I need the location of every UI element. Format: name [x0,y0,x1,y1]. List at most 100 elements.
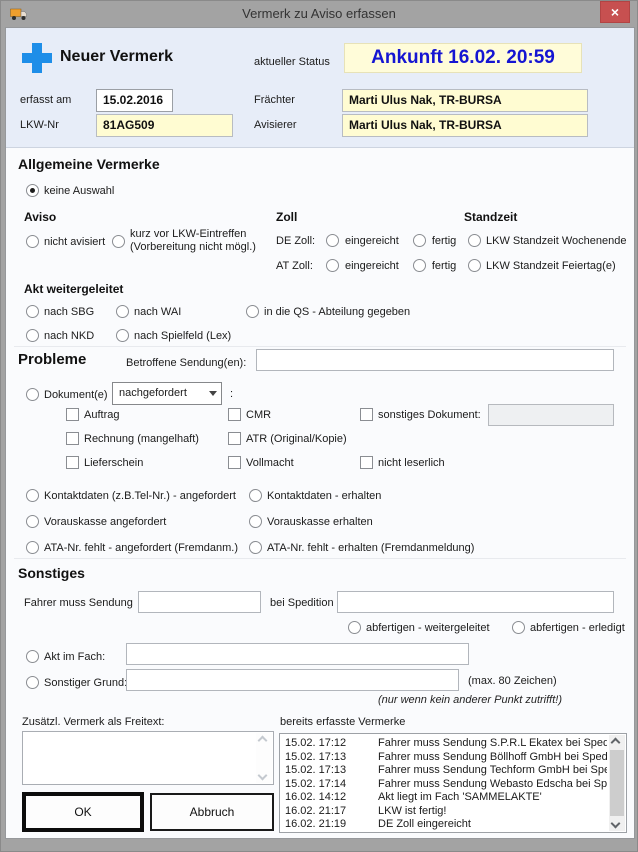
freitext-scrollbar[interactable] [256,733,272,783]
scroll-down-icon[interactable] [611,819,621,829]
avisierer-field[interactable]: Marti Ulus Nak, TR-BURSA [342,114,588,137]
scroll-down-icon[interactable] [258,771,268,781]
akt-im-fach-input[interactable] [126,643,469,665]
scrollbar-thumb[interactable] [610,750,624,816]
vermerk-row[interactable]: 15.02. 17:14 Fahrer muss Sendung Webasto… [282,778,607,792]
radio-label-line1: kurz vor LKW-Eintreffen [130,228,246,240]
radio-qs-abteilung[interactable]: in die QS - Abteilung gegeben [246,305,410,318]
abbruch-button[interactable]: Abbruch [150,793,274,831]
zoll-de-label: DE Zoll: [276,235,320,247]
scroll-up-icon[interactable] [258,736,268,746]
dokument-status-dropdown[interactable]: nachgefordert [112,382,222,405]
radio-label: abfertigen - erledigt [530,622,625,634]
checkbox-vollmacht[interactable]: Vollmacht [228,456,294,469]
zoll-at-row: AT Zoll: eingereicht fertig [276,259,456,272]
fahrer-sendung-input[interactable] [138,591,261,613]
vermerk-row[interactable]: 15.02. 17:13 Fahrer muss Sendung Böllhof… [282,751,607,765]
radio-at-eingereicht[interactable] [326,259,339,272]
radio-at-fertig[interactable] [413,259,426,272]
sonstiger-grund-input[interactable] [126,669,459,691]
checkbox-cmr[interactable]: CMR [228,408,271,421]
radio-label: Kontaktdaten (z.B.Tel-Nr.) - angefordert [44,490,236,502]
radio-akt-im-fach[interactable]: Akt im Fach: [26,650,105,663]
radio-label: nach NKD [44,330,94,342]
bei-spedition-input[interactable] [337,591,614,613]
vermerke-listbox[interactable]: 15.02. 17:12 Fahrer muss Sendung S.P.R.L… [279,733,627,833]
radio-kontaktdaten-angefordert[interactable]: Kontaktdaten (z.B.Tel-Nr.) - angefordert [26,489,236,502]
ok-button[interactable]: OK [22,792,144,832]
vermerk-time: 16.02. 14:12 [282,791,378,805]
radio-ata-erhalten[interactable]: ATA-Nr. fehlt - erhalten (Fremdanmeldung… [249,541,474,554]
freitext-textarea[interactable] [22,731,274,785]
vermerk-row[interactable]: 15.02. 17:13 Fahrer muss Sendung Techfor… [282,764,607,778]
window-title: Vermerk zu Aviso erfassen [1,6,637,21]
radio-label-line2: (Vorbereitung nicht mögl.) [130,241,256,253]
vermerk-row[interactable]: 16.02. 21:17 LKW ist fertig! [282,805,607,819]
betroffene-input[interactable] [256,349,614,371]
checkbox-lieferschein[interactable]: Lieferschein [66,456,143,469]
radio-circle [116,305,129,318]
radio-kontaktdaten-erhalten[interactable]: Kontaktdaten - erhalten [249,489,381,502]
vermerk-time: 15.02. 17:13 [282,764,378,778]
vermerke-list[interactable]: 15.02. 17:12 Fahrer muss Sendung S.P.R.L… [282,737,607,830]
radio-label: ATA-Nr. fehlt - angefordert (Fremdanm.) [44,542,238,554]
radio-nicht-avisiert[interactable]: nicht avisiert [26,235,105,248]
fahrer-muss-sendung-label: Fahrer muss Sendung [24,597,133,609]
sonstiges-dokument-input[interactable] [488,404,614,426]
radio-kurz-vor-eintreffen[interactable]: kurz vor LKW-Eintreffen (Vorbereitung ni… [112,228,256,254]
radio-dokumente[interactable]: Dokument(e) [26,388,108,401]
checkbox-nicht-leserlich[interactable]: nicht leserlich [360,456,445,469]
radio-nach-wai[interactable]: nach WAI [116,305,181,318]
radio-nach-sbg[interactable]: nach SBG [26,305,94,318]
radio-sonstiger-grund[interactable]: Sonstiger Grund: [26,676,127,689]
radio-circle [116,329,129,342]
section-sonstiges: Sonstiges [18,565,85,581]
radio-circle [249,489,262,502]
lkw-nr-field[interactable]: 81AG509 [96,114,233,137]
radio-circle [112,235,125,248]
radio-standzeit-wochenende[interactable]: LKW Standzeit Wochenende [468,234,626,247]
radio-label: nach SBG [44,306,94,318]
radio-de-fertig[interactable] [413,234,426,247]
page-title: Neuer Vermerk [60,48,173,66]
checkbox-label: sonstiges Dokument: [378,409,481,421]
radio-abfertigen-weitergeleitet[interactable]: abfertigen - weitergeleitet [348,621,490,634]
radio-label: keine Auswahl [44,185,114,197]
status-label: aktueller Status [254,56,330,68]
checkbox-auftrag[interactable]: Auftrag [66,408,119,421]
erfasst-am-field[interactable]: 15.02.2016 [96,89,173,112]
radio-label: fertig [432,235,456,247]
vermerk-text: Fahrer muss Sendung S.P.R.L Ekatex bei S… [378,737,607,751]
radio-vorauskasse-erhalten[interactable]: Vorauskasse erhalten [249,515,373,528]
checkbox-sonstiges-dokument[interactable]: sonstiges Dokument: [360,408,481,421]
radio-nach-nkd[interactable]: nach NKD [26,329,94,342]
radio-keine-auswahl[interactable]: keine Auswahl [26,184,114,197]
radio-nach-spielfeld[interactable]: nach Spielfeld (Lex) [116,329,231,342]
max-zeichen-label: (max. 80 Zeichen) [468,675,557,687]
vermerk-row[interactable]: 15.02. 17:12 Fahrer muss Sendung S.P.R.L… [282,737,607,751]
checkbox-label: CMR [246,409,271,421]
checkbox-box [360,408,373,421]
radio-label: LKW Standzeit Feiertag(e) [486,260,616,272]
radio-de-eingereicht[interactable] [326,234,339,247]
vermerk-row[interactable]: 16.02. 21:19 DE Zoll eingereicht [282,818,607,830]
chevron-down-icon[interactable] [204,383,221,404]
radio-standzeit-feiertag[interactable]: LKW Standzeit Feiertag(e) [468,259,616,272]
radio-label: nach Spielfeld (Lex) [134,330,231,342]
radio-circle [512,621,525,634]
vermerk-text: Akt liegt im Fach 'SAMMELAKTE' [378,791,607,805]
checkbox-atr[interactable]: ATR (Original/Kopie) [228,432,347,445]
vermerke-scrollbar[interactable] [609,735,625,831]
radio-label: nicht avisiert [44,236,105,248]
radio-vorauskasse-angefordert[interactable]: Vorauskasse angefordert [26,515,166,528]
vermerk-row[interactable]: 16.02. 14:12 Akt liegt im Fach 'SAMMELAK… [282,791,607,805]
radio-circle [26,489,39,502]
close-icon[interactable]: × [600,1,630,23]
fraechter-field[interactable]: Marti Ulus Nak, TR-BURSA [342,89,588,112]
checkbox-rechnung[interactable]: Rechnung (mangelhaft) [66,432,199,445]
radio-ata-angefordert[interactable]: ATA-Nr. fehlt - angefordert (Fremdanm.) [26,541,238,554]
titlebar[interactable]: Vermerk zu Aviso erfassen × [1,1,637,27]
scroll-up-icon[interactable] [611,738,621,748]
radio-abfertigen-erledigt[interactable]: abfertigen - erledigt [512,621,625,634]
radio-circle [468,259,481,272]
